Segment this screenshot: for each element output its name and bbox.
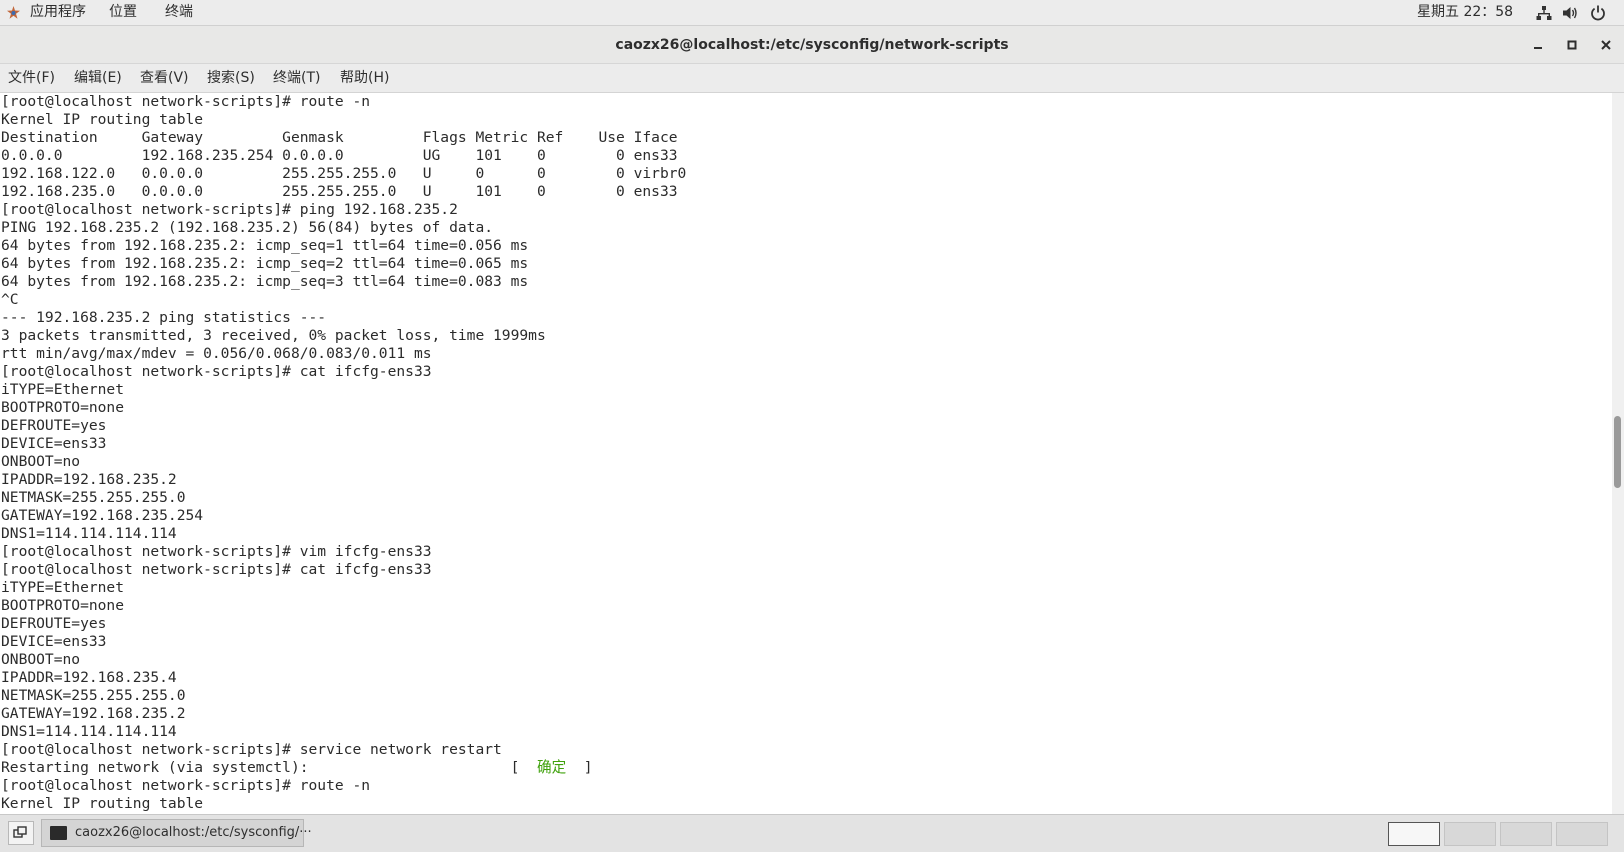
terminal-line: 192.168.235.0 0.0.0.0 255.255.255.0 U 10… (1, 183, 678, 200)
terminal-line: Kernel IP routing table (1, 795, 204, 812)
terminal-line: [root@localhost network-scripts]# servic… (1, 741, 502, 758)
window-titlebar[interactable]: caozx26@localhost:/etc/sysconfig/network… (0, 26, 1624, 64)
terminal-line: 64 bytes from 192.168.235.2: icmp_seq=2 … (1, 255, 529, 272)
terminal-line: [root@localhost network-scripts]# cat if… (1, 363, 432, 380)
maximize-icon[interactable] (1562, 35, 1582, 55)
minimize-icon[interactable] (1528, 35, 1548, 55)
places-menu[interactable]: 位置 (109, 0, 137, 25)
taskbar-window-label: caozx26@localhost:/etc/sysconfig/··· (75, 825, 312, 840)
terminal-line: --- 192.168.235.2 ping statistics --- (1, 309, 327, 326)
status-ok: 确定 (536, 759, 567, 776)
terminal-line: 3 packets transmitted, 3 received, 0% pa… (1, 327, 546, 344)
terminal-line: Destination Gateway Genmask Flags Metric… (1, 129, 678, 146)
terminal-line: [root@localhost network-scripts]# route … (1, 777, 371, 794)
terminal-line: 0.0.0.0 192.168.235.254 0.0.0.0 UG 101 0… (1, 147, 678, 164)
restart-message: Restarting network (via systemctl): (1, 759, 309, 776)
terminal-line: Kernel IP routing table (1, 111, 204, 128)
applications-icon (7, 6, 20, 19)
status-bracket-open: [ (308, 759, 537, 776)
terminal-line: DEFROUTE=yes (1, 417, 107, 434)
terminal-output: [root@localhost network-scripts]# route … (1, 93, 686, 813)
power-icon[interactable] (1590, 5, 1606, 21)
terminal-line: 64 bytes from 192.168.235.2: icmp_seq=3 … (1, 273, 529, 290)
terminal-line: DNS1=114.114.114.114 (1, 525, 177, 542)
show-desktop-button[interactable] (8, 821, 34, 845)
menu-search[interactable]: 搜索(S) (207, 64, 255, 93)
terminal-view[interactable]: [root@localhost network-scripts]# route … (0, 93, 1612, 814)
terminal-line: GATEWAY=192.168.235.254 (1, 507, 204, 524)
terminal-line: NETMASK=255.255.255.0 (1, 489, 186, 506)
terminal-line: BOOTPROTO=none (1, 399, 125, 416)
workspace-2[interactable] (1444, 822, 1496, 846)
terminal-app-menu[interactable]: 终端 (165, 0, 193, 25)
menu-terminal[interactable]: 终端(T) (273, 64, 320, 93)
top-panel: 应用程序 位置 终端 星期五 22：58 (0, 0, 1624, 26)
terminal-line: NETMASK=255.255.255.0 (1, 687, 186, 704)
scrollbar-thumb[interactable] (1614, 416, 1621, 488)
taskbar-window-terminal[interactable]: caozx26@localhost:/etc/sysconfig/··· (41, 819, 312, 847)
terminal-line: PING 192.168.235.2 (192.168.235.2) 56(84… (1, 219, 494, 236)
terminal-line: DEVICE=ens33 (1, 435, 107, 452)
terminal-line: DNS1=114.114.114.114 (1, 723, 177, 740)
menu-help[interactable]: 帮助(H) (340, 64, 389, 93)
terminal-line: [root@localhost network-scripts]# vim if… (1, 543, 432, 560)
network-icon[interactable] (1536, 5, 1552, 21)
menu-file[interactable]: 文件(F) (8, 64, 55, 93)
menu-edit[interactable]: 编辑(E) (74, 64, 122, 93)
menu-view[interactable]: 查看(V) (140, 64, 189, 93)
workspace-4[interactable] (1556, 822, 1608, 846)
terminal-line: iTYPE=Ethernet (1, 381, 125, 398)
status-bracket-close: ] (566, 759, 593, 776)
terminal-line: DEFROUTE=yes (1, 615, 107, 632)
terminal-line: DEVICE=ens33 (1, 633, 107, 650)
clock[interactable]: 星期五 22：58 (1417, 0, 1513, 25)
terminal-line: iTYPE=Ethernet (1, 579, 125, 596)
terminal-line: rtt min/avg/max/mdev = 0.056/0.068/0.083… (1, 345, 432, 362)
terminal-line: Restarting network (via systemctl): [ 确定… (1, 759, 686, 777)
terminal-line: 192.168.122.0 0.0.0.0 255.255.255.0 U 0 … (1, 165, 687, 182)
terminal-line: [root@localhost network-scripts]# route … (1, 93, 371, 110)
terminal-line: [root@localhost network-scripts]# cat if… (1, 561, 432, 578)
terminal-line: [root@localhost network-scripts]# ping 1… (1, 201, 458, 218)
terminal-scrollbar[interactable] (1612, 93, 1624, 814)
applications-menu[interactable]: 应用程序 (30, 0, 86, 25)
close-icon[interactable] (1596, 35, 1616, 55)
volume-icon[interactable] (1562, 5, 1578, 21)
workspace-3[interactable] (1500, 822, 1552, 846)
bottom-taskbar: caozx26@localhost:/etc/sysconfig/··· (0, 814, 1624, 852)
terminal-line: 64 bytes from 192.168.235.2: icmp_seq=1 … (1, 237, 529, 254)
workspace-1[interactable] (1388, 822, 1440, 846)
terminal-line: ^C (1, 291, 19, 308)
window-title: caozx26@localhost:/etc/sysconfig/network… (615, 37, 1009, 53)
terminal-line: ONBOOT=no (1, 651, 81, 668)
terminal-line: IPADDR=192.168.235.4 (1, 669, 177, 686)
show-desktop-icon (13, 826, 27, 838)
terminal-line: BOOTPROTO=none (1, 597, 125, 614)
terminal-line: GATEWAY=192.168.235.2 (1, 705, 186, 722)
terminal-icon (50, 826, 67, 840)
terminal-line: IPADDR=192.168.235.2 (1, 471, 177, 488)
terminal-line: ONBOOT=no (1, 453, 81, 470)
menu-bar: 文件(F) 编辑(E) 查看(V) 搜索(S) 终端(T) 帮助(H) (0, 64, 1624, 93)
